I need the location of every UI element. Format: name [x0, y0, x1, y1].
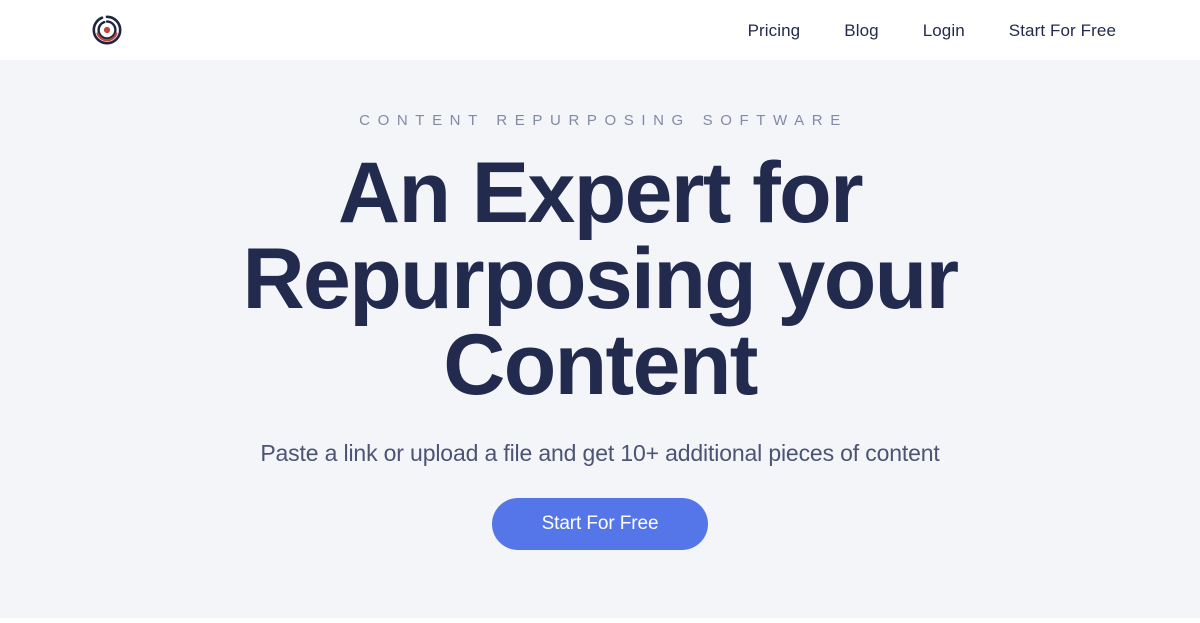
main-nav: Pricing Blog Login Start For Free [748, 16, 1116, 45]
nav-link-blog[interactable]: Blog [844, 16, 878, 45]
brand-logo-link[interactable] [92, 15, 122, 45]
page-bottom-strip [0, 618, 1200, 623]
hero-cta-wrap: Start For Free [492, 497, 708, 550]
nav-link-pricing[interactable]: Pricing [748, 16, 801, 45]
site-header: Pricing Blog Login Start For Free [0, 0, 1200, 60]
hero-subtitle: Paste a link or upload a file and get 10… [260, 440, 940, 466]
nav-link-start-for-free[interactable]: Start For Free [1009, 16, 1116, 45]
hero-eyebrow: CONTENT REPURPOSING SOFTWARE [359, 112, 848, 129]
concentric-target-logo-icon [92, 15, 122, 45]
hero-title: An Expert for Repurposing your Content [242, 145, 960, 413]
start-for-free-button[interactable]: Start For Free [492, 497, 708, 550]
hero-section: CONTENT REPURPOSING SOFTWARE An Expert f… [0, 60, 1200, 623]
landing-page: Pricing Blog Login Start For Free CONTEN… [0, 0, 1200, 623]
nav-link-login[interactable]: Login [923, 16, 965, 45]
